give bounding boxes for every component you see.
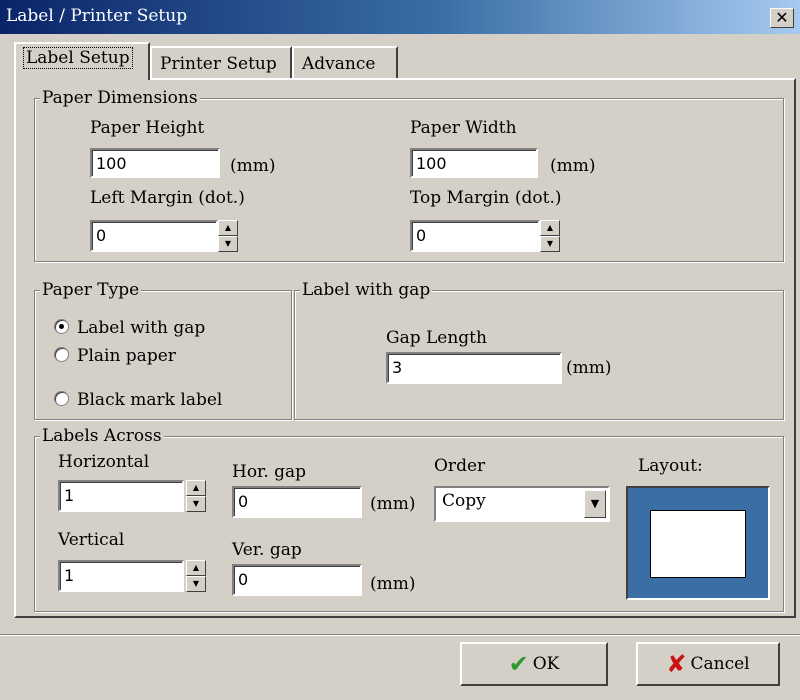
top-margin-input[interactable]: 0	[410, 220, 540, 252]
title-bar: Label / Printer Setup ✕	[0, 0, 800, 34]
radio-label-with-gap[interactable]: Label with gap	[54, 318, 205, 338]
radio-label: Black mark label	[77, 390, 223, 410]
paper-height-unit: (mm)	[230, 156, 276, 176]
tab-label-setup[interactable]: Label Setup	[14, 42, 150, 80]
spin-up-icon[interactable]: ▲	[218, 220, 238, 236]
radio-black-mark-label[interactable]: Black mark label	[54, 390, 222, 410]
ver-gap-unit: (mm)	[370, 574, 416, 594]
order-selected-value: Copy	[442, 491, 486, 511]
left-margin-label: Left Margin (dot.)	[90, 188, 245, 208]
label-with-gap-legend: Label with gap	[300, 280, 433, 300]
layout-label: Layout:	[638, 456, 703, 476]
tab-advance[interactable]: Advance	[292, 46, 398, 78]
close-icon: ✕	[775, 8, 789, 27]
order-label: Order	[434, 456, 486, 476]
cancel-button[interactable]: ✘ Cancel	[636, 642, 780, 686]
close-button[interactable]: ✕	[770, 8, 794, 28]
radio-plain-paper[interactable]: Plain paper	[54, 346, 176, 366]
radio-unselected-icon	[54, 391, 69, 406]
hor-gap-label: Hor. gap	[232, 462, 307, 482]
separator	[0, 634, 800, 636]
spin-down-icon[interactable]: ▼	[218, 236, 238, 252]
cross-icon: ✘	[666, 650, 687, 678]
top-margin-spinner[interactable]: ▲ ▼	[540, 220, 560, 252]
spin-up-icon[interactable]: ▲	[540, 220, 560, 236]
tab-printer-setup[interactable]: Printer Setup	[150, 46, 292, 78]
left-margin-input[interactable]: 0	[90, 220, 218, 252]
paper-width-unit: (mm)	[550, 156, 596, 176]
checkmark-icon: ✔	[508, 650, 529, 678]
horizontal-spinner[interactable]: ▲ ▼	[186, 480, 206, 512]
ok-button[interactable]: ✔ OK	[460, 642, 608, 686]
horizontal-input[interactable]: 1	[58, 480, 184, 512]
radio-label: Plain paper	[77, 346, 176, 366]
cancel-button-label: Cancel	[690, 654, 750, 674]
horizontal-label: Horizontal	[58, 452, 150, 472]
tab-label-setup-label: Label Setup	[23, 47, 133, 69]
layout-label-preview	[650, 510, 746, 578]
paper-width-label: Paper Width	[410, 118, 517, 138]
spin-down-icon[interactable]: ▼	[186, 576, 206, 592]
tab-advance-label: Advance	[302, 54, 376, 74]
radio-selected-icon	[54, 319, 69, 334]
vertical-input[interactable]: 1	[58, 560, 184, 592]
labels-across-legend: Labels Across	[40, 426, 164, 446]
gap-length-input[interactable]: 3	[386, 352, 562, 384]
left-margin-spinner[interactable]: ▲ ▼	[218, 220, 238, 252]
order-select[interactable]: Copy ▼	[434, 486, 610, 522]
spin-up-icon[interactable]: ▲	[186, 480, 206, 496]
radio-unselected-icon	[54, 347, 69, 362]
spin-down-icon[interactable]: ▼	[540, 236, 560, 252]
top-margin-label: Top Margin (dot.)	[410, 188, 562, 208]
vertical-label: Vertical	[58, 530, 125, 550]
paper-dimensions-legend: Paper Dimensions	[40, 88, 200, 108]
radio-label: Label with gap	[77, 318, 206, 338]
ok-button-label: OK	[532, 654, 560, 674]
layout-preview	[626, 486, 770, 600]
spin-down-icon[interactable]: ▼	[186, 496, 206, 512]
gap-length-unit: (mm)	[566, 358, 612, 378]
window-title: Label / Printer Setup	[6, 6, 188, 26]
hor-gap-unit: (mm)	[370, 494, 416, 514]
paper-height-label: Paper Height	[90, 118, 205, 138]
gap-length-label: Gap Length	[386, 328, 487, 348]
vertical-spinner[interactable]: ▲ ▼	[186, 560, 206, 592]
spin-up-icon[interactable]: ▲	[186, 560, 206, 576]
ver-gap-label: Ver. gap	[232, 540, 302, 560]
paper-type-legend: Paper Type	[40, 280, 142, 300]
paper-width-input[interactable]: 100	[410, 148, 538, 178]
hor-gap-input[interactable]: 0	[232, 486, 362, 518]
ver-gap-input[interactable]: 0	[232, 564, 362, 596]
dropdown-arrow-icon[interactable]: ▼	[584, 490, 606, 518]
tab-printer-setup-label: Printer Setup	[160, 54, 277, 74]
paper-height-input[interactable]: 100	[90, 148, 220, 178]
